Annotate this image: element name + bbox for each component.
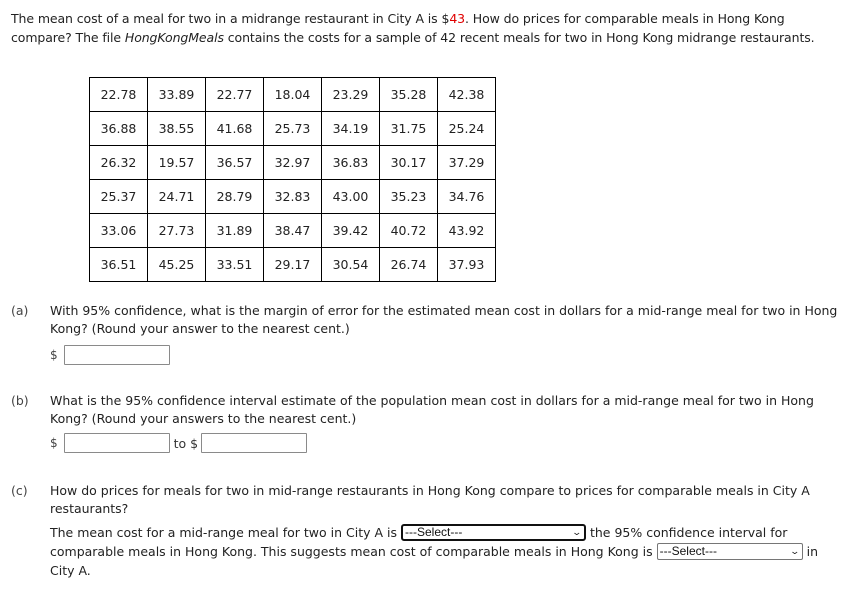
conclusion-select[interactable]: ---Select--- ⌄ bbox=[656, 543, 803, 560]
table-cell: 37.93 bbox=[437, 247, 496, 282]
table-cell: 27.73 bbox=[147, 213, 206, 248]
table-row: 36.51 45.25 33.51 29.17 30.54 26.74 37.93 bbox=[89, 247, 496, 282]
table-cell: 36.88 bbox=[89, 111, 148, 146]
comparison-select[interactable]: ---Select--- ⌄ bbox=[400, 524, 586, 541]
select-value: ---Select--- bbox=[659, 544, 717, 558]
table-cell: 23.29 bbox=[321, 77, 380, 112]
table-cell: 30.17 bbox=[379, 145, 438, 180]
part-b-question: What is the 95% confidence interval esti… bbox=[50, 393, 814, 426]
table-row: 36.88 38.55 41.68 25.73 34.19 31.75 25.24 bbox=[89, 111, 496, 146]
table-cell: 36.51 bbox=[89, 247, 148, 282]
problem-statement: The mean cost of a meal for two in a mid… bbox=[11, 9, 841, 47]
table-cell: 40.72 bbox=[379, 213, 438, 248]
table-cell: 41.68 bbox=[205, 111, 264, 146]
table-row: 25.37 24.71 28.79 32.83 43.00 35.23 34.76 bbox=[89, 179, 496, 214]
part-c-question: How do prices for meals for two in mid-r… bbox=[50, 483, 810, 516]
part-c: (c) How do prices for meals for two in m… bbox=[11, 482, 841, 518]
table-cell: 33.89 bbox=[147, 77, 206, 112]
table-cell: 34.76 bbox=[437, 179, 496, 214]
margin-of-error-input[interactable] bbox=[63, 345, 170, 365]
table-cell: 30.54 bbox=[321, 247, 380, 282]
table-cell: 43.92 bbox=[437, 213, 496, 248]
currency-label: $ bbox=[50, 436, 58, 450]
ci-upper-input[interactable] bbox=[201, 433, 308, 453]
part-a-label: (a) bbox=[11, 303, 29, 318]
table-cell: 31.75 bbox=[379, 111, 438, 146]
chevron-down-icon: ⌄ bbox=[571, 527, 583, 537]
table-row: 22.78 33.89 22.77 18.04 23.29 35.28 42.38 bbox=[89, 77, 496, 112]
table-cell: 36.57 bbox=[205, 145, 264, 180]
table-cell: 35.28 bbox=[379, 77, 438, 112]
part-a: (a) With 95% confidence, what is the mar… bbox=[11, 302, 841, 338]
part-b: (b) What is the 95% confidence interval … bbox=[11, 392, 841, 428]
table-cell: 33.06 bbox=[89, 213, 148, 248]
select-value: ---Select--- bbox=[404, 525, 463, 539]
table-cell: 29.17 bbox=[263, 247, 322, 282]
table-cell: 25.37 bbox=[89, 179, 148, 214]
currency-label: $ bbox=[50, 348, 58, 362]
table-cell: 24.71 bbox=[147, 179, 206, 214]
table-cell: 32.97 bbox=[263, 145, 322, 180]
table-cell: 19.57 bbox=[147, 145, 206, 180]
table-cell: 22.78 bbox=[89, 77, 148, 112]
intro-text: The mean cost of a meal for two in a mid… bbox=[11, 11, 450, 26]
table-cell: 25.73 bbox=[263, 111, 322, 146]
table-cell: 22.77 bbox=[205, 77, 264, 112]
table-cell: 37.29 bbox=[437, 145, 496, 180]
table-cell: 45.25 bbox=[147, 247, 206, 282]
part-b-answer-row: $ to $ bbox=[50, 433, 308, 453]
table-cell: 42.38 bbox=[437, 77, 496, 112]
table-cell: 25.24 bbox=[437, 111, 496, 146]
part-a-answer-row: $ bbox=[50, 345, 170, 365]
table-cell: 38.55 bbox=[147, 111, 206, 146]
table-cell: 36.83 bbox=[321, 145, 380, 180]
ci-lower-input[interactable] bbox=[63, 433, 170, 453]
table-row: 26.32 19.57 36.57 32.97 36.83 30.17 37.29 bbox=[89, 145, 496, 180]
part-c-label: (c) bbox=[11, 483, 28, 498]
table-cell: 18.04 bbox=[263, 77, 322, 112]
part-a-question: With 95% confidence, what is the margin … bbox=[50, 303, 838, 336]
table-cell: 32.83 bbox=[263, 179, 322, 214]
part-b-label: (b) bbox=[11, 393, 29, 408]
dataset-filename: HongKongMeals bbox=[124, 30, 224, 45]
table-cell: 34.19 bbox=[321, 111, 380, 146]
meal-cost-table: 22.78 33.89 22.77 18.04 23.29 35.28 42.38 36.88… bbox=[89, 77, 496, 282]
table-cell: 26.32 bbox=[89, 145, 148, 180]
intro-text: contains the costs for a sample of 42 re… bbox=[223, 30, 815, 45]
to-label: to $ bbox=[173, 435, 199, 451]
sentence-text: The mean cost for a mid-range meal for t… bbox=[50, 525, 397, 540]
table-cell: 28.79 bbox=[205, 179, 264, 214]
table-cell: 35.23 bbox=[379, 179, 438, 214]
part-c-answer-sentence: The mean cost for a mid-range meal for t… bbox=[50, 523, 840, 580]
chevron-down-icon: ⌄ bbox=[789, 546, 801, 556]
table-row: 33.06 27.73 31.89 38.47 39.42 40.72 43.92 bbox=[89, 213, 496, 248]
table-cell: 43.00 bbox=[321, 179, 380, 214]
city-a-mean-value: 43 bbox=[449, 11, 466, 26]
table-cell: 39.42 bbox=[321, 213, 380, 248]
table-cell: 38.47 bbox=[263, 213, 322, 248]
table-cell: 31.89 bbox=[205, 213, 264, 248]
table-cell: 26.74 bbox=[379, 247, 438, 282]
table-cell: 33.51 bbox=[205, 247, 264, 282]
